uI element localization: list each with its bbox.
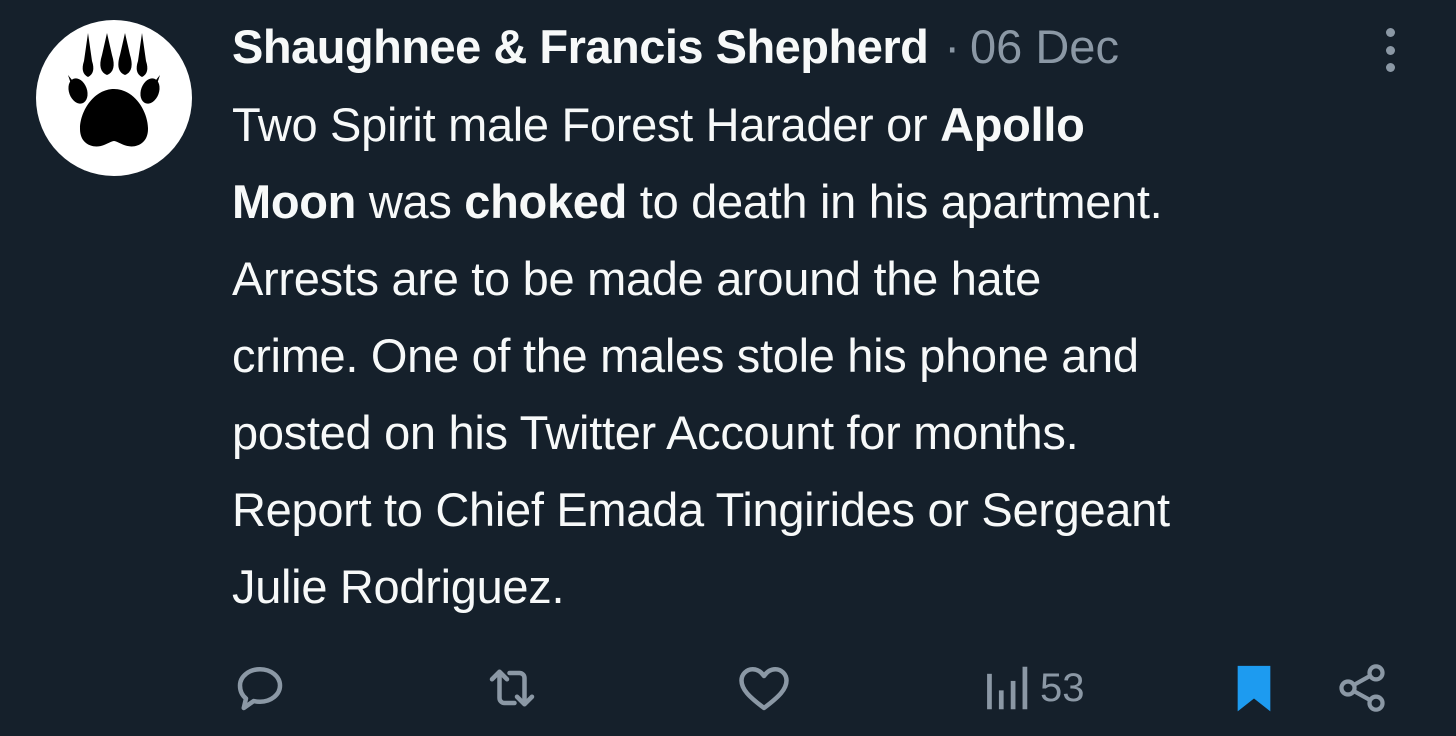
tweet-text-line: Two Spirit male Forest Harader or Apollo [232,86,1432,163]
text-segment: posted on his Twitter Account for months… [232,406,1079,459]
views-button[interactable]: 53 [980,658,1085,718]
text-segment: to death in his apartment. [627,175,1163,228]
tweet-text-line: Moon was choked to death in his apartmen… [232,163,1432,240]
action-bar: 53 [0,648,1456,728]
text-segment: Arrests are to be made around the hate [232,252,1041,305]
tweet: Shaughnee & Francis Shepherd · 06 Dec Tw… [0,0,1456,736]
share-button[interactable] [1334,658,1390,718]
tweet-text: Two Spirit male Forest Harader or Apollo… [232,86,1432,625]
tweet-header: Shaughnee & Francis Shepherd · 06 Dec [232,16,1119,76]
text-segment: Report to Chief Emada Tingirides or Serg… [232,483,1170,536]
like-button[interactable] [734,658,794,718]
tweet-text-line: crime. One of the males stole his phone … [232,317,1432,394]
tweet-text-line: Report to Chief Emada Tingirides or Serg… [232,471,1432,548]
tweet-text-line: posted on his Twitter Account for months… [232,394,1432,471]
text-segment: was [356,175,465,228]
author-name[interactable]: Shaughnee & Francis Shepherd [232,19,929,74]
bookmark-button[interactable] [1226,658,1282,718]
views-count: 53 [1040,665,1085,710]
retweet-icon [489,669,535,707]
tweet-date[interactable]: 06 Dec [970,19,1119,74]
tweet-text-line: Julie Rodriguez. [232,548,1432,625]
reply-icon [237,667,283,711]
avatar[interactable] [36,20,192,176]
retweet-button[interactable] [480,658,544,718]
text-segment: Julie Rodriguez. [232,560,565,613]
reply-button[interactable] [230,658,290,718]
text-segment: crime. One of the males stole his phone … [232,329,1139,382]
text-segment: Two Spirit male Forest Harader or [232,98,941,151]
bookmark-icon [1237,665,1271,712]
analytics-icon [987,666,1028,710]
share-icon [1339,664,1385,712]
bold-text: Apollo [940,98,1085,151]
bold-text: choked [464,175,628,228]
paw-print-icon [68,33,160,147]
tweet-text-line: Arrests are to be made around the hate [232,240,1432,317]
bold-text: Moon [232,175,357,228]
heart-icon [739,667,789,711]
more-vertical-icon[interactable] [1372,22,1408,78]
separator: · [944,19,961,73]
